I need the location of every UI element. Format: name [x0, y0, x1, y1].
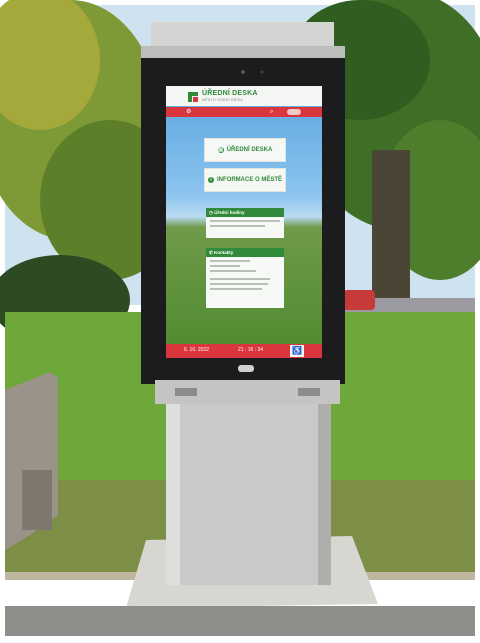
search-icon[interactable]: ⌕: [270, 108, 273, 116]
clock-icon: ◷: [209, 210, 213, 215]
screen-title: ÚŘEDNÍ DESKA: [202, 90, 258, 97]
office-hours-card-header: ◷ Úřední hodiny: [206, 208, 284, 217]
office-hours-card-title: Úřední hodiny: [214, 210, 245, 215]
contacts-text-line: [210, 283, 268, 285]
info-icon: i: [207, 177, 214, 183]
kiosk-pillar: [166, 400, 331, 585]
footer-time: 21 : 16 : 34: [238, 347, 264, 353]
contacts-card[interactable]: ✆ Kontakty: [206, 248, 284, 308]
town-info-button[interactable]: i INFORMACE O MĚSTĚ: [204, 168, 286, 192]
screen-navbar: ⚙ ⌕: [166, 107, 322, 117]
footer-date: 6. 10. 2022: [184, 347, 210, 353]
contact-icon: ✆: [209, 250, 213, 255]
settings-icon[interactable]: ⚙: [186, 108, 191, 116]
official-board-button[interactable]: ▤ ÚŘEDNÍ DESKA: [204, 138, 286, 162]
office-hours-text-line: [210, 220, 280, 222]
contacts-text-line: [210, 278, 270, 280]
contacts-text-line: [210, 288, 262, 290]
kiosk-top-cap: [151, 22, 334, 50]
contacts-card-title: Kontakty: [214, 250, 234, 255]
contacts-text-line: [210, 265, 240, 267]
office-hours-card[interactable]: ◷ Úřední hodiny: [206, 208, 284, 238]
town-logo-icon: [188, 92, 198, 102]
official-board-button-label: ÚŘEDNÍ DESKA: [226, 147, 273, 153]
parked-car: [343, 290, 375, 310]
contacts-card-header: ✆ Kontakty: [206, 248, 284, 257]
curb: [5, 606, 475, 636]
wheelchair-icon[interactable]: ♿: [290, 345, 304, 357]
contacts-text-line: [210, 270, 256, 272]
screen-header: ÚŘEDNÍ DESKA MĚSTO HORNÍ BŘÍZA: [166, 86, 322, 106]
office-hours-text-line: [210, 225, 265, 227]
kiosk-screen[interactable]: ÚŘEDNÍ DESKA MĚSTO HORNÍ BŘÍZA ⚙ ⌕ ▤ ÚŘE…: [166, 86, 322, 358]
contacts-text-line: [210, 260, 250, 262]
manufacturer-logo-icon: [238, 365, 254, 372]
screen-subtitle: MĚSTO HORNÍ BŘÍZA: [202, 98, 244, 102]
photo: ÚŘEDNÍ DESKA MĚSTO HORNÍ BŘÍZA ⚙ ⌕ ▤ ÚŘE…: [0, 0, 480, 643]
toggle-icon[interactable]: [287, 109, 301, 115]
town-info-button-label: INFORMACE O MĚSTĚ: [216, 177, 282, 183]
screen-footer: 6. 10. 2022 21 : 16 : 34 ♿: [166, 344, 322, 358]
notice-board-icon: ▤: [217, 147, 224, 153]
